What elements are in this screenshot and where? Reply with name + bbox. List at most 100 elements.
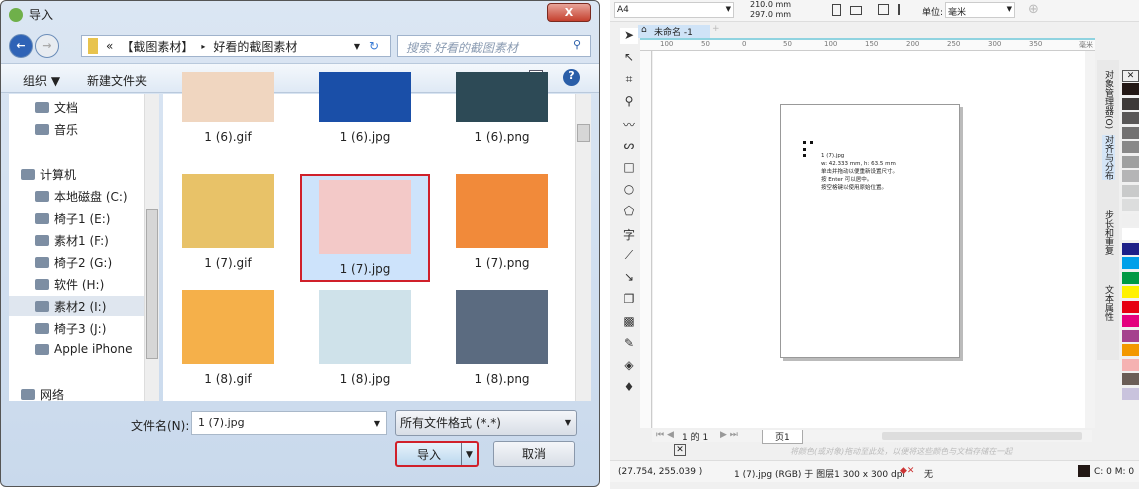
file-item[interactable]: 1 (8).jpg (300, 290, 430, 386)
file-item[interactable]: 1 (7).png (437, 174, 567, 270)
color-swatch[interactable] (1122, 141, 1139, 153)
color-swatch[interactable] (1122, 170, 1139, 182)
filetype-select[interactable]: 所有文件格式 (*.*) ▼ (395, 410, 577, 436)
page-size-select[interactable]: A4 ▼ (614, 2, 734, 18)
sidebar-item-music[interactable]: 音乐 (35, 121, 78, 138)
file-item[interactable]: 1 (6).png (437, 72, 567, 144)
pick-tool-icon[interactable]: ➤ (620, 28, 638, 44)
sidebar-item-drive[interactable]: 本地磁盘 (C:) (35, 188, 128, 205)
breadcrumb-item[interactable]: 好看的截图素材 (213, 38, 297, 55)
search-input[interactable]: 搜索 好看的截图素材 (397, 35, 591, 57)
color-swatch[interactable] (1122, 257, 1139, 269)
sidebar-item-drive[interactable]: 软件 (H:) (35, 276, 104, 293)
parallel-dimension-icon[interactable]: ⟋ (620, 248, 638, 264)
color-swatch[interactable] (1122, 228, 1139, 240)
page-width-input[interactable]: 210.0 mm (750, 0, 800, 10)
sidebar-item-network[interactable]: 网络 (21, 386, 64, 403)
file-item[interactable]: 1 (8).png (437, 290, 567, 386)
artistic-media-icon[interactable]: ᔕ (620, 138, 638, 154)
forward-button[interactable]: → (35, 34, 59, 58)
file-item[interactable]: 1 (6).jpg (300, 72, 430, 144)
color-swatch[interactable] (1122, 213, 1139, 226)
canvas-scrollbar[interactable] (1085, 51, 1095, 428)
page-tab[interactable]: 页1 (762, 430, 803, 444)
sidebar-item-drive[interactable]: 素材2 (I:) (9, 296, 145, 316)
sidebar-item-documents[interactable]: 文档 (35, 99, 78, 116)
file-item[interactable]: 1 (6).gif (163, 72, 293, 144)
color-swatch[interactable] (1122, 344, 1139, 356)
page-nav-next[interactable]: ▶ ⏭ (720, 430, 738, 440)
crop-tool-icon[interactable]: ⌗ (620, 72, 638, 88)
all-pages-icon[interactable] (878, 4, 889, 15)
chevron-down-icon[interactable]: ▼ (374, 419, 380, 428)
breadcrumb-item[interactable]: 【截图素材】 (121, 38, 193, 55)
page-height-input[interactable]: 297.0 mm (750, 10, 800, 20)
polygon-tool-icon[interactable]: ⬠ (620, 204, 638, 220)
file-item[interactable]: 1 (8).gif (163, 290, 293, 386)
docker-tab-text-properties[interactable]: 文本属性 (1102, 285, 1115, 321)
color-swatch[interactable] (1122, 373, 1139, 385)
sidebar-item-drive[interactable]: 素材1 (F:) (35, 232, 109, 249)
sidebar-item-drive[interactable]: 椅子1 (E:) (35, 210, 110, 227)
address-bar[interactable]: « 【截图素材】 ▸ 好看的截图素材 ▼ (81, 35, 391, 57)
chevron-down-icon[interactable]: ▼ (354, 42, 360, 51)
current-page-icon[interactable] (898, 4, 908, 15)
new-folder-button[interactable]: 新建文件夹 (87, 72, 147, 89)
new-tab-icon[interactable]: + (712, 24, 720, 34)
add-icon[interactable]: ⊕ (1028, 2, 1039, 17)
color-swatch[interactable] (1122, 300, 1139, 313)
color-swatch[interactable] (1122, 315, 1139, 327)
ellipse-tool-icon[interactable]: ○ (620, 182, 638, 198)
rectangle-tool-icon[interactable]: □ (620, 160, 638, 176)
document-tab[interactable]: ⌂ 未命名 -1 (638, 25, 710, 38)
transparency-icon[interactable]: ▩ (620, 314, 638, 330)
curve-tool-icon[interactable]: 〰 (620, 116, 638, 132)
shape-tool-icon[interactable]: ↖ (620, 50, 638, 66)
zoom-tool-icon[interactable]: ⚲ (620, 94, 638, 110)
color-swatch[interactable] (1122, 358, 1139, 371)
color-swatch[interactable] (1122, 242, 1139, 255)
eyedropper-icon[interactable]: ✎ (620, 336, 638, 352)
connector-tool-icon[interactable]: ↘ (620, 270, 638, 286)
file-item[interactable]: 1 (7).jpg (300, 174, 430, 282)
filename-input[interactable]: 1 (7).jpg ▼ (191, 411, 387, 435)
color-swatch[interactable] (1122, 126, 1139, 139)
import-button[interactable]: 导入 ▼ (395, 441, 479, 467)
color-swatch[interactable] (1122, 184, 1139, 197)
file-list-scrollbar[interactable] (575, 94, 591, 401)
portrait-icon[interactable] (832, 4, 841, 16)
sidebar-item-computer[interactable]: 计算机 (21, 166, 76, 183)
search-icon[interactable]: ⚲ (573, 38, 581, 51)
color-swatch[interactable] (1122, 387, 1139, 400)
color-swatch[interactable] (1122, 271, 1139, 284)
sidebar-scrollbar[interactable] (144, 94, 159, 401)
unit-select[interactable]: 毫米 ▼ (945, 2, 1015, 18)
refresh-icon[interactable]: ↻ (369, 39, 379, 53)
back-button[interactable]: ← (9, 34, 33, 58)
color-swatch[interactable] (1122, 97, 1139, 110)
color-swatch[interactable] (1122, 155, 1139, 168)
docker-tab-align[interactable]: 对齐与分布 (1102, 135, 1115, 180)
color-swatch[interactable] (1122, 83, 1139, 95)
organize-button[interactable]: 组织 ▼ (23, 72, 60, 89)
color-swatch[interactable] (1122, 199, 1139, 211)
page-nav-first[interactable]: ⏮ ◀ (656, 430, 674, 440)
landscape-icon[interactable] (850, 6, 862, 15)
color-swatch[interactable] (1122, 329, 1139, 342)
fill-tool-icon[interactable]: ◈ (620, 358, 638, 374)
chevron-down-icon[interactable]: ▼ (461, 443, 477, 465)
sidebar-item-iphone[interactable]: Apple iPhone (35, 342, 132, 356)
docker-tab-object-manager[interactable]: 对象管理器(O) (1102, 70, 1115, 129)
no-color-swatch[interactable]: ✕ (1122, 70, 1139, 82)
smart-fill-icon[interactable]: ♦ (620, 380, 638, 396)
text-tool-icon[interactable]: 字 (620, 226, 638, 242)
docker-tab-step-repeat[interactable]: 步长和重复 (1102, 210, 1115, 255)
sidebar-item-drive[interactable]: 椅子2 (G:) (35, 254, 112, 271)
file-item[interactable]: 1 (7).gif (163, 174, 293, 270)
close-button[interactable]: X (547, 3, 591, 22)
cancel-button[interactable]: 取消 (493, 441, 575, 467)
drop-shadow-icon[interactable]: ❐ (620, 292, 638, 308)
horizontal-scrollbar[interactable] (882, 432, 1082, 440)
color-swatch[interactable] (1122, 286, 1139, 298)
document-palette-no-color[interactable]: ✕ (674, 444, 686, 456)
